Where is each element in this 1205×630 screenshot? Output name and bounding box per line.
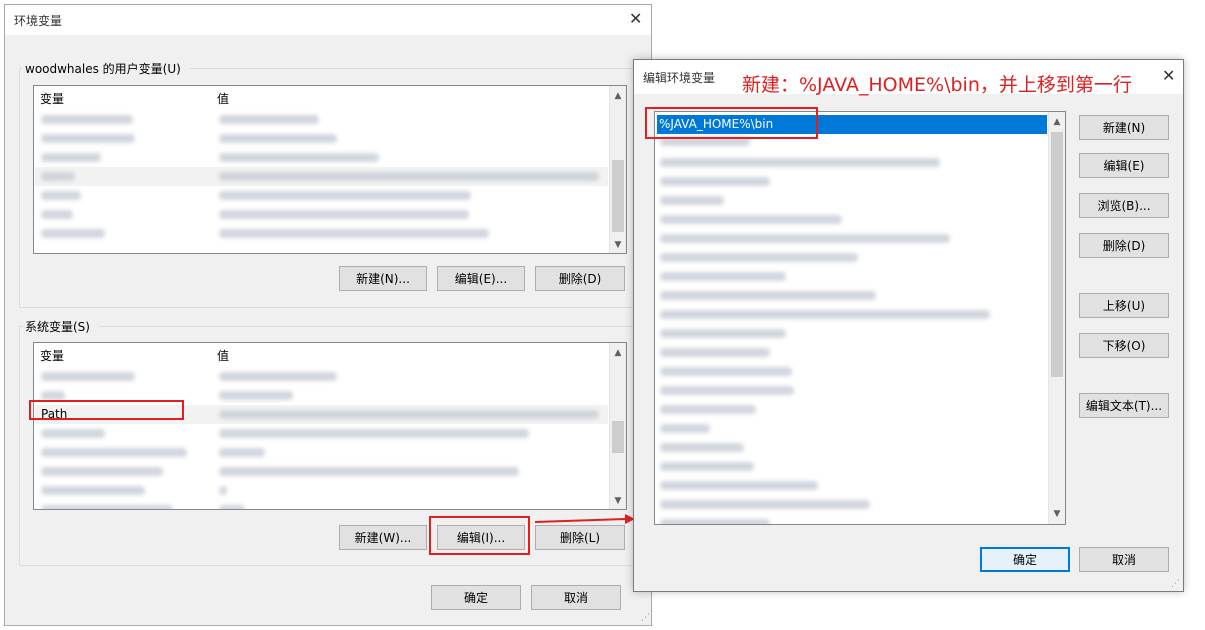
- browse-button[interactable]: 浏览(B)...: [1079, 193, 1169, 218]
- edit-text-button[interactable]: 编辑文本(T)...: [1079, 393, 1169, 418]
- system-delete-button[interactable]: 删除(L): [535, 525, 625, 550]
- column-header-variable: 变量: [40, 92, 65, 106]
- table-row[interactable]: [35, 205, 608, 224]
- table-header: 变量 值: [34, 86, 609, 108]
- cancel-button[interactable]: 取消: [1079, 547, 1169, 572]
- system-new-button[interactable]: 新建(W)...: [339, 525, 427, 550]
- list-item[interactable]: [656, 324, 1047, 343]
- table-row[interactable]: [35, 167, 608, 186]
- list-item[interactable]: [656, 191, 1047, 210]
- list-item[interactable]: [656, 267, 1047, 286]
- list-item[interactable]: [656, 381, 1047, 400]
- table-row[interactable]: [35, 224, 608, 243]
- column-header-value: 值: [217, 349, 230, 363]
- table-row[interactable]: [35, 443, 608, 462]
- title-bar: 环境变量 ✕: [5, 5, 651, 35]
- resize-grip[interactable]: ⋰: [1171, 579, 1181, 589]
- instruction-annotation: 新建：%JAVA_HOME%\bin，并上移到第一行: [742, 74, 1132, 96]
- cancel-button[interactable]: 取消: [531, 585, 621, 610]
- system-vars-table[interactable]: 变量 值 Path ▲ ▼: [33, 342, 627, 510]
- list-item[interactable]: [656, 495, 1047, 514]
- table-row[interactable]: [35, 129, 608, 148]
- user-edit-button[interactable]: 编辑(E)...: [437, 266, 525, 291]
- column-header-variable: 变量: [40, 349, 65, 363]
- move-up-button[interactable]: 上移(U): [1079, 293, 1169, 318]
- close-icon[interactable]: ✕: [1162, 66, 1175, 85]
- arrow-right-icon: [534, 514, 635, 524]
- chevron-down-icon[interactable]: ▼: [610, 493, 626, 509]
- column-header-value: 值: [217, 92, 230, 106]
- table-row[interactable]: [35, 367, 608, 386]
- user-new-button[interactable]: 新建(N)...: [339, 266, 427, 291]
- path-entries-list[interactable]: %JAVA_HOME%\bin ▲ ▼: [654, 111, 1066, 525]
- chevron-down-icon[interactable]: ▼: [610, 237, 626, 253]
- highlight-path-row: [29, 400, 184, 420]
- env-variables-dialog: 环境变量 ✕ woodwhales 的用户变量(U) 变量 值 ▲ ▼ 新建(N…: [4, 4, 652, 626]
- dialog-title: 环境变量: [14, 14, 63, 28]
- scrollbar-thumb[interactable]: [1051, 132, 1063, 377]
- table-row[interactable]: [35, 424, 608, 443]
- list-item[interactable]: [656, 457, 1047, 476]
- highlight-edit-button: [429, 516, 530, 555]
- scrollbar-thumb[interactable]: [612, 421, 624, 453]
- list-item[interactable]: [656, 305, 1047, 324]
- dialog-title: 编辑环境变量: [643, 71, 716, 85]
- edit-entry-button[interactable]: 编辑(E): [1079, 153, 1169, 178]
- vertical-scrollbar[interactable]: ▲ ▼: [609, 343, 626, 509]
- vertical-scrollbar[interactable]: ▲ ▼: [609, 86, 626, 253]
- list-item[interactable]: [656, 476, 1047, 495]
- list-item[interactable]: [656, 362, 1047, 381]
- ok-button[interactable]: 确定: [431, 585, 521, 610]
- list-item[interactable]: [656, 172, 1047, 191]
- list-item[interactable]: [656, 210, 1047, 229]
- move-down-button[interactable]: 下移(O): [1079, 333, 1169, 358]
- table-row[interactable]: [35, 110, 608, 129]
- list-item[interactable]: [656, 248, 1047, 267]
- chevron-up-icon[interactable]: ▲: [610, 345, 626, 361]
- list-item[interactable]: [656, 514, 1047, 524]
- close-icon[interactable]: ✕: [629, 9, 642, 28]
- vertical-scrollbar[interactable]: ▲ ▼: [1048, 112, 1065, 524]
- chevron-up-icon[interactable]: ▲: [610, 88, 626, 104]
- table-row[interactable]: [35, 500, 608, 509]
- list-item[interactable]: [656, 438, 1047, 457]
- list-item[interactable]: [656, 343, 1047, 362]
- list-item[interactable]: [656, 229, 1047, 248]
- user-vars-table[interactable]: 变量 值 ▲ ▼: [33, 85, 627, 254]
- list-item[interactable]: [656, 153, 1047, 172]
- resize-grip[interactable]: ⋰: [641, 613, 651, 623]
- list-item[interactable]: [656, 419, 1047, 438]
- list-item[interactable]: [656, 286, 1047, 305]
- table-row[interactable]: [35, 481, 608, 500]
- table-row[interactable]: [35, 148, 608, 167]
- chevron-down-icon[interactable]: ▼: [1049, 506, 1065, 522]
- table-header: 变量 值: [34, 343, 609, 365]
- chevron-up-icon[interactable]: ▲: [1049, 114, 1065, 130]
- scrollbar-thumb[interactable]: [612, 160, 624, 232]
- list-item[interactable]: [656, 400, 1047, 419]
- new-entry-button[interactable]: 新建(N): [1079, 115, 1169, 140]
- user-delete-button[interactable]: 删除(D): [535, 266, 625, 291]
- ok-button[interactable]: 确定: [980, 547, 1070, 572]
- delete-entry-button[interactable]: 删除(D): [1079, 233, 1169, 258]
- table-row[interactable]: [35, 462, 608, 481]
- table-row[interactable]: [35, 186, 608, 205]
- highlight-new-entry: [645, 107, 818, 139]
